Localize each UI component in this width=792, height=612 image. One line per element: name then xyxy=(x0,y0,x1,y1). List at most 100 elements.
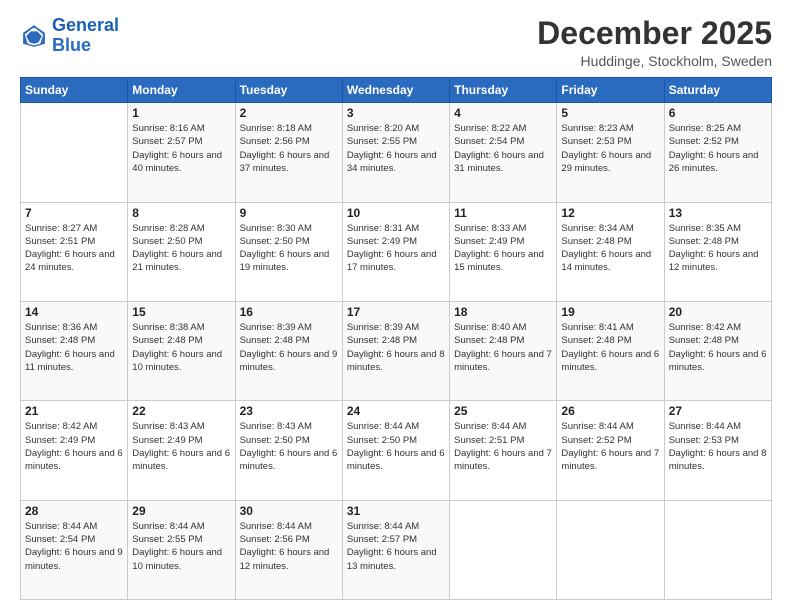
calendar-cell: 23 Sunrise: 8:43 AMSunset: 2:50 PMDayligh… xyxy=(235,401,342,500)
day-number: 5 xyxy=(561,106,659,120)
day-number: 29 xyxy=(132,504,230,518)
cell-info: Sunrise: 8:39 AMSunset: 2:48 PMDaylight:… xyxy=(347,321,445,374)
calendar-cell: 15Sunrise: 8:38 AMSunset: 2:48 PMDayligh… xyxy=(128,301,235,400)
calendar-cell: 13Sunrise: 8:35 AMSunset: 2:48 PMDayligh… xyxy=(664,202,771,301)
cell-info: Sunrise: 8:44 AMSunset: 2:51 PMDaylight:… xyxy=(454,420,552,473)
calendar-cell xyxy=(450,500,557,599)
cell-info: Sunrise: 8:44 AMSunset: 2:56 PMDaylight:… xyxy=(240,520,338,573)
calendar-cell: 16 Sunrise: 8:39 AMSunset: 2:48 PMDayligh… xyxy=(235,301,342,400)
day-number: 6 xyxy=(669,106,767,120)
calendar-cell: 7 Sunrise: 8:27 AMSunset: 2:51 PMDaylight… xyxy=(21,202,128,301)
day-number: 22 xyxy=(132,404,230,418)
weekday-header-monday: Monday xyxy=(128,78,235,103)
day-number: 14 xyxy=(25,305,123,319)
cell-info: Sunrise: 8:43 AMSunset: 2:49 PMDaylight:… xyxy=(132,420,230,473)
cell-info: Sunrise: 8:36 AMSunset: 2:48 PMDaylight:… xyxy=(25,321,123,374)
weekday-header-thursday: Thursday xyxy=(450,78,557,103)
cell-info: Sunrise: 8:44 AMSunset: 2:53 PMDaylight:… xyxy=(669,420,767,473)
cell-info: Sunrise: 8:28 AMSunset: 2:50 PMDaylight:… xyxy=(132,222,230,275)
day-number: 4 xyxy=(454,106,552,120)
header: General Blue December 2025 Huddinge, Sto… xyxy=(20,16,772,69)
calendar-cell: 14 Sunrise: 8:36 AMSunset: 2:48 PMDayligh… xyxy=(21,301,128,400)
calendar-cell: 12 Sunrise: 8:34 AMSunset: 2:48 PMDayligh… xyxy=(557,202,664,301)
day-number: 1 xyxy=(132,106,230,120)
calendar-header: SundayMondayTuesdayWednesdayThursdayFrid… xyxy=(21,78,772,103)
calendar-cell: 2Sunrise: 8:18 AMSunset: 2:56 PMDaylight… xyxy=(235,103,342,202)
calendar-cell: 6 Sunrise: 8:25 AMSunset: 2:52 PMDaylight… xyxy=(664,103,771,202)
day-number: 12 xyxy=(561,206,659,220)
cell-info: Sunrise: 8:31 AMSunset: 2:49 PMDaylight:… xyxy=(347,222,445,275)
calendar-week-4: 28Sunrise: 8:44 AMSunset: 2:54 PMDayligh… xyxy=(21,500,772,599)
calendar-cell: 25 Sunrise: 8:44 AMSunset: 2:51 PMDayligh… xyxy=(450,401,557,500)
cell-info: Sunrise: 8:44 AMSunset: 2:57 PMDaylight:… xyxy=(347,520,445,573)
day-number: 16 xyxy=(240,305,338,319)
calendar-cell: 30 Sunrise: 8:44 AMSunset: 2:56 PMDayligh… xyxy=(235,500,342,599)
calendar-week-1: 7 Sunrise: 8:27 AMSunset: 2:51 PMDaylight… xyxy=(21,202,772,301)
cell-info: Sunrise: 8:44 AMSunset: 2:50 PMDaylight:… xyxy=(347,420,445,473)
cell-info: Sunrise: 8:18 AMSunset: 2:56 PMDaylight:… xyxy=(240,122,338,175)
cell-info: Sunrise: 8:25 AMSunset: 2:52 PMDaylight:… xyxy=(669,122,767,175)
day-number: 23 xyxy=(240,404,338,418)
cell-info: Sunrise: 8:20 AMSunset: 2:55 PMDaylight:… xyxy=(347,122,445,175)
cell-info: Sunrise: 8:42 AMSunset: 2:49 PMDaylight:… xyxy=(25,420,123,473)
cell-info: Sunrise: 8:22 AMSunset: 2:54 PMDaylight:… xyxy=(454,122,552,175)
logo-icon xyxy=(20,22,48,50)
cell-info: Sunrise: 8:27 AMSunset: 2:51 PMDaylight:… xyxy=(25,222,123,275)
logo: General Blue xyxy=(20,16,119,56)
cell-info: Sunrise: 8:39 AMSunset: 2:48 PMDaylight:… xyxy=(240,321,338,374)
cell-info: Sunrise: 8:43 AMSunset: 2:50 PMDaylight:… xyxy=(240,420,338,473)
weekday-header-wednesday: Wednesday xyxy=(342,78,449,103)
cell-info: Sunrise: 8:23 AMSunset: 2:53 PMDaylight:… xyxy=(561,122,659,175)
calendar-cell: 27Sunrise: 8:44 AMSunset: 2:53 PMDayligh… xyxy=(664,401,771,500)
calendar-cell: 11 Sunrise: 8:33 AMSunset: 2:49 PMDayligh… xyxy=(450,202,557,301)
calendar-cell: 10 Sunrise: 8:31 AMSunset: 2:49 PMDayligh… xyxy=(342,202,449,301)
calendar-week-3: 21 Sunrise: 8:42 AMSunset: 2:49 PMDayligh… xyxy=(21,401,772,500)
cell-info: Sunrise: 8:44 AMSunset: 2:54 PMDaylight:… xyxy=(25,520,123,573)
cell-info: Sunrise: 8:33 AMSunset: 2:49 PMDaylight:… xyxy=(454,222,552,275)
weekday-header-friday: Friday xyxy=(557,78,664,103)
day-number: 25 xyxy=(454,404,552,418)
calendar-week-2: 14 Sunrise: 8:36 AMSunset: 2:48 PMDayligh… xyxy=(21,301,772,400)
day-number: 21 xyxy=(25,404,123,418)
cell-info: Sunrise: 8:38 AMSunset: 2:48 PMDaylight:… xyxy=(132,321,230,374)
day-number: 9 xyxy=(240,206,338,220)
day-number: 24 xyxy=(347,404,445,418)
calendar-cell: 26Sunrise: 8:44 AMSunset: 2:52 PMDayligh… xyxy=(557,401,664,500)
calendar-cell: 28Sunrise: 8:44 AMSunset: 2:54 PMDayligh… xyxy=(21,500,128,599)
calendar-cell: 18 Sunrise: 8:40 AMSunset: 2:48 PMDayligh… xyxy=(450,301,557,400)
calendar-table: SundayMondayTuesdayWednesdayThursdayFrid… xyxy=(20,77,772,600)
calendar-cell: 3Sunrise: 8:20 AMSunset: 2:55 PMDaylight… xyxy=(342,103,449,202)
calendar-cell: 17 Sunrise: 8:39 AMSunset: 2:48 PMDayligh… xyxy=(342,301,449,400)
day-number: 19 xyxy=(561,305,659,319)
weekday-header-saturday: Saturday xyxy=(664,78,771,103)
weekday-header-sunday: Sunday xyxy=(21,78,128,103)
cell-info: Sunrise: 8:34 AMSunset: 2:48 PMDaylight:… xyxy=(561,222,659,275)
day-number: 10 xyxy=(347,206,445,220)
day-number: 8 xyxy=(132,206,230,220)
calendar-cell: 21 Sunrise: 8:42 AMSunset: 2:49 PMDayligh… xyxy=(21,401,128,500)
day-number: 11 xyxy=(454,206,552,220)
day-number: 26 xyxy=(561,404,659,418)
weekday-row: SundayMondayTuesdayWednesdayThursdayFrid… xyxy=(21,78,772,103)
calendar-body: 1Sunrise: 8:16 AMSunset: 2:57 PMDaylight… xyxy=(21,103,772,600)
page: General Blue December 2025 Huddinge, Sto… xyxy=(0,0,792,612)
logo-line2: Blue xyxy=(52,35,91,55)
cell-info: Sunrise: 8:40 AMSunset: 2:48 PMDaylight:… xyxy=(454,321,552,374)
cell-info: Sunrise: 8:35 AMSunset: 2:48 PMDaylight:… xyxy=(669,222,767,275)
day-number: 30 xyxy=(240,504,338,518)
title-block: December 2025 Huddinge, Stockholm, Swede… xyxy=(537,16,772,69)
calendar-cell xyxy=(21,103,128,202)
main-title: December 2025 xyxy=(537,16,772,51)
calendar-week-0: 1Sunrise: 8:16 AMSunset: 2:57 PMDaylight… xyxy=(21,103,772,202)
calendar-cell: 29Sunrise: 8:44 AMSunset: 2:55 PMDayligh… xyxy=(128,500,235,599)
calendar-cell: 19 Sunrise: 8:41 AMSunset: 2:48 PMDayligh… xyxy=(557,301,664,400)
day-number: 17 xyxy=(347,305,445,319)
cell-info: Sunrise: 8:41 AMSunset: 2:48 PMDaylight:… xyxy=(561,321,659,374)
calendar-cell: 9Sunrise: 8:30 AMSunset: 2:50 PMDaylight… xyxy=(235,202,342,301)
day-number: 18 xyxy=(454,305,552,319)
logo-text: General Blue xyxy=(52,16,119,56)
day-number: 7 xyxy=(25,206,123,220)
weekday-header-tuesday: Tuesday xyxy=(235,78,342,103)
calendar-cell: 1Sunrise: 8:16 AMSunset: 2:57 PMDaylight… xyxy=(128,103,235,202)
calendar-cell: 20Sunrise: 8:42 AMSunset: 2:48 PMDayligh… xyxy=(664,301,771,400)
